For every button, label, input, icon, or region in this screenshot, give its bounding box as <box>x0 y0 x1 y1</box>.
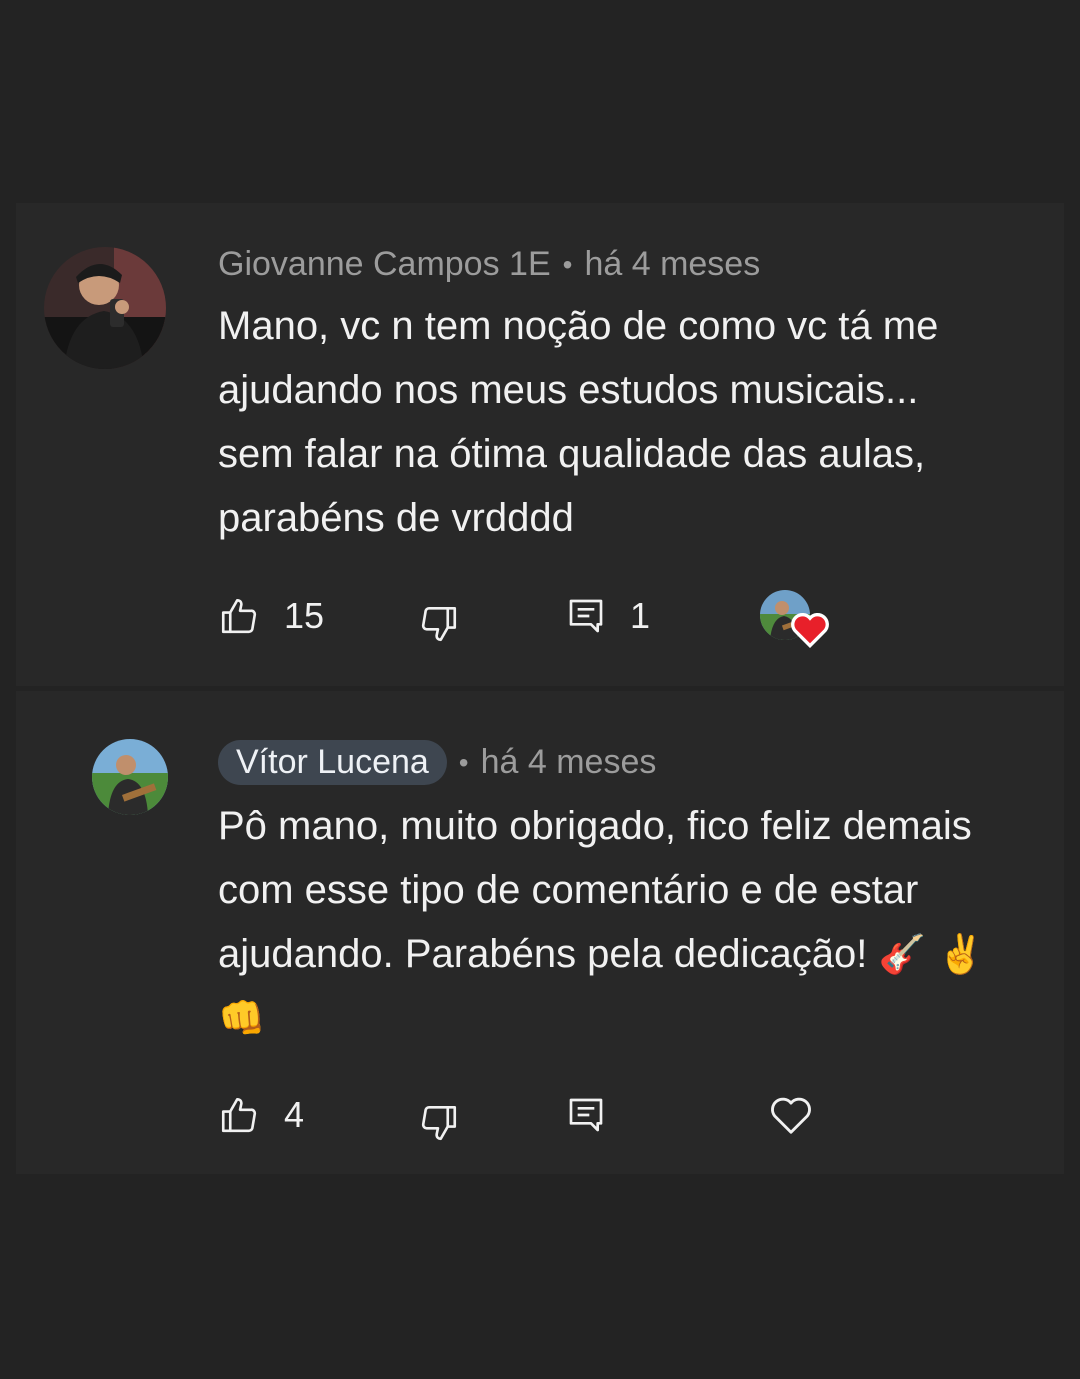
creator-heart-badge[interactable] <box>760 586 830 648</box>
comment-line: Mano, vc n tem noção de como vc tá me <box>218 304 939 348</box>
comment-card: Giovanne Campos 1E • há 4 meses Mano, vc… <box>16 203 1064 686</box>
comment-actions: 4 <box>218 1085 918 1145</box>
like-button[interactable]: 15 <box>218 586 324 646</box>
thumb-up-icon <box>221 1097 257 1133</box>
thumb-down-icon <box>421 1105 457 1141</box>
comment-meta: Vítor Lucena • há 4 meses <box>218 740 656 785</box>
thumb-up-icon <box>221 598 257 634</box>
like-count: 15 <box>284 595 325 636</box>
dislike-button[interactable] <box>418 1093 460 1153</box>
reply-button[interactable] <box>566 1085 606 1145</box>
dislike-button[interactable] <box>418 594 460 654</box>
reply-card: Vítor Lucena • há 4 meses Pô mano, muito… <box>16 691 1064 1174</box>
reply-count: 1 <box>630 595 651 636</box>
comment-text: Pô mano, muito obrigado, fico feliz dema… <box>218 794 1053 1050</box>
reply-comment-icon <box>569 1098 603 1132</box>
author-name[interactable]: Giovanne Campos 1E <box>218 245 551 284</box>
comment-line: parabéns de vrdddd <box>218 496 574 540</box>
reply-button[interactable]: 1 <box>566 586 650 646</box>
comment-meta: Giovanne Campos 1E • há 4 meses <box>218 245 760 284</box>
meta-separator: • <box>458 746 469 778</box>
comment-line: ajudando. Parabéns pela dedicação! 🎸 ✌️ <box>218 922 1053 986</box>
comment-timestamp: há 4 meses <box>480 743 657 781</box>
creator-author-badge[interactable]: Vítor Lucena <box>218 740 447 785</box>
comment-line: sem falar na ótima qualidade das aulas, <box>218 432 926 476</box>
comment-line-text: ajudando. Parabéns pela dedicação! <box>218 932 868 976</box>
victory-hand-emoji: ✌️ <box>936 932 985 976</box>
comment-line: 👊 <box>218 986 1053 1050</box>
like-button[interactable]: 4 <box>218 1085 304 1145</box>
comment-line: Pô mano, muito obrigado, fico feliz dema… <box>218 804 972 848</box>
avatar[interactable] <box>92 739 168 815</box>
heart-icon <box>791 613 829 648</box>
thumb-down-icon <box>421 606 457 642</box>
reply-comment-icon <box>569 599 603 633</box>
fist-emoji: 👊 <box>218 996 266 1040</box>
comment-actions: 15 1 <box>218 586 918 648</box>
comment-timestamp: há 4 meses <box>584 245 761 283</box>
comment-line: ajudando nos meus estudos musicais... <box>218 368 919 412</box>
heart-icon <box>771 1097 811 1134</box>
meta-separator: • <box>562 248 573 280</box>
avatar[interactable] <box>44 247 166 369</box>
guitar-emoji: 🎸 <box>878 932 926 976</box>
heart-button[interactable] <box>768 1085 814 1145</box>
comment-line: com esse tipo de comentário e de estar <box>218 868 919 912</box>
like-count: 4 <box>284 1094 305 1135</box>
comment-text: Mano, vc n tem noção de como vc tá me aj… <box>218 294 1053 550</box>
